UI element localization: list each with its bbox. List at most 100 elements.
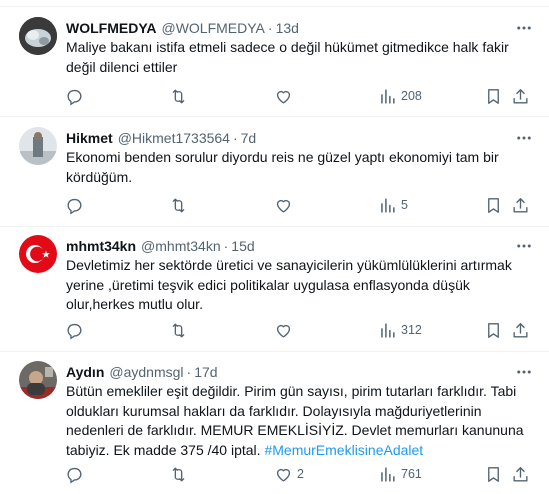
- like-button[interactable]: [274, 84, 297, 108]
- share-icon: [513, 88, 528, 104]
- tweet[interactable]: Aydın @aydnmsgl · 17d Bütün emekliler eş…: [0, 352, 549, 494]
- reply-icon: [67, 467, 82, 484]
- tweet-actions: 208: [56, 84, 539, 108]
- separator-dot: ·: [186, 364, 192, 380]
- tweet-actions: 5: [56, 193, 539, 217]
- views-button[interactable]: 5: [378, 193, 408, 217]
- bookmark-icon: [488, 466, 499, 482]
- share-button[interactable]: [511, 193, 530, 217]
- views-icon: [381, 88, 395, 104]
- reply-button[interactable]: [65, 84, 88, 108]
- tweet-header: WOLFMEDYA @WOLFMEDYA · 13d: [66, 18, 535, 38]
- user-handle[interactable]: @Hikmet1733564: [118, 130, 230, 146]
- bookmark-button[interactable]: [484, 318, 503, 342]
- retweet-button[interactable]: [169, 193, 192, 217]
- avatar[interactable]: [19, 17, 57, 55]
- tweet-text: Ekonomi benden sorulur diyordu reis ne g…: [66, 148, 535, 187]
- timestamp[interactable]: 15d: [231, 238, 254, 254]
- display-name[interactable]: WOLFMEDYA: [66, 20, 156, 36]
- tweet-text-segment: tabiyiz. Ek madde 375 /40 iptal.: [66, 441, 265, 458]
- tweet-text-line: değil dilenci ettiler: [66, 58, 178, 75]
- tweet-text-line: oldukları kurumsal hakları da farklıdır.…: [66, 402, 482, 419]
- display-name[interactable]: Aydın: [66, 364, 104, 380]
- reply-icon: [67, 89, 82, 106]
- tweet-actions: 312: [56, 318, 539, 342]
- separator-dot: ·: [223, 238, 229, 254]
- timestamp[interactable]: 13d: [276, 20, 299, 36]
- views-icon: [381, 197, 395, 213]
- tweet[interactable]: WOLFMEDYA @WOLFMEDYA · 13d Maliye bakanı…: [0, 6, 549, 117]
- reply-button[interactable]: [65, 318, 88, 342]
- like-count: 2: [297, 467, 304, 481]
- like-icon: [276, 324, 291, 338]
- user-handle[interactable]: @aydnmsgl: [109, 364, 183, 380]
- views-icon: [381, 466, 395, 482]
- more-horizontal-icon[interactable]: [513, 18, 535, 38]
- retweet-icon: [172, 88, 185, 104]
- share-button[interactable]: [511, 462, 530, 486]
- like-icon: [276, 90, 291, 104]
- bookmark-button[interactable]: [484, 84, 503, 108]
- separator-dot: ·: [232, 130, 238, 146]
- avatar[interactable]: [19, 127, 57, 165]
- view-count: 761: [401, 467, 422, 481]
- tweet-text-line: nedenleri de farklıdır. MEMUR EMEKLİSİYİ…: [66, 422, 524, 438]
- retweet-icon: [172, 322, 185, 338]
- share-button[interactable]: [511, 84, 530, 108]
- like-button[interactable]: [274, 318, 297, 342]
- reply-icon: [67, 198, 82, 215]
- tweet[interactable]: mhmt34kn @mhmt34kn · 15d Devletimiz her …: [0, 227, 549, 352]
- display-name[interactable]: mhmt34kn: [66, 238, 136, 254]
- views-button[interactable]: 761: [378, 462, 422, 486]
- tweet-text: Devletimiz her sektörde üretici ve sanay…: [66, 256, 535, 315]
- like-button[interactable]: [274, 193, 297, 217]
- bookmark-button[interactable]: [484, 462, 503, 486]
- tweet-text-line: Maliye bakanı istifa etmeli sadece o değ…: [66, 39, 509, 55]
- tweet-text-line: kördüğüm.: [66, 168, 133, 185]
- reply-icon: [67, 323, 82, 340]
- view-count: 208: [401, 89, 422, 103]
- tweet-text-line: tabiyiz. Ek madde 375 /40 iptal. #MemurE…: [66, 441, 535, 461]
- display-name[interactable]: Hikmet: [66, 130, 113, 146]
- bookmark-icon: [488, 197, 499, 213]
- share-icon: [513, 322, 528, 338]
- user-handle[interactable]: @WOLFMEDYA: [161, 20, 264, 36]
- like-icon: [276, 468, 291, 482]
- avatar[interactable]: [19, 235, 57, 273]
- separator-dot: ·: [267, 20, 273, 36]
- timestamp[interactable]: 17d: [194, 364, 217, 380]
- tweet-text: Bütün emekliler eşit değildir. Pirim gün…: [66, 382, 535, 460]
- tweet-text-line: Bütün emekliler eşit değildir. Pirim gün…: [66, 383, 517, 399]
- retweet-button[interactable]: [169, 84, 192, 108]
- bookmark-icon: [488, 88, 499, 104]
- share-icon: [513, 466, 528, 482]
- more-horizontal-icon[interactable]: [513, 128, 535, 148]
- reply-button[interactable]: [65, 462, 88, 486]
- views-button[interactable]: 208: [378, 84, 422, 108]
- bookmark-button[interactable]: [484, 193, 503, 217]
- timestamp[interactable]: 7d: [241, 130, 257, 146]
- tweet-text-line: Ekonomi benden sorulur diyordu reis ne g…: [66, 149, 499, 165]
- view-count: 5: [401, 198, 408, 212]
- views-icon: [381, 322, 395, 338]
- tweet-header: Hikmet @Hikmet1733564 · 7d: [66, 128, 535, 148]
- avatar[interactable]: [19, 361, 57, 399]
- tweet-header: mhmt34kn @mhmt34kn · 15d: [66, 236, 535, 256]
- view-count: 312: [401, 323, 422, 337]
- hashtag-link[interactable]: #MemurEmeklisineAdalet: [264, 442, 423, 458]
- retweet-button[interactable]: [169, 318, 192, 342]
- like-button[interactable]: 2: [274, 462, 304, 486]
- views-button[interactable]: 312: [378, 318, 422, 342]
- more-horizontal-icon[interactable]: [513, 236, 535, 256]
- user-handle[interactable]: @mhmt34kn: [141, 238, 221, 254]
- tweet-actions: 2 761: [56, 462, 539, 486]
- retweet-button[interactable]: [169, 462, 192, 486]
- tweet-text-line: olur,herkes mutlu olur.: [66, 296, 203, 312]
- tweet[interactable]: Hikmet @Hikmet1733564 · 7d Ekonomi bende…: [0, 117, 549, 227]
- reply-button[interactable]: [65, 193, 88, 217]
- tweet-text-line: Devletimiz her sektörde üretici ve sanay…: [66, 257, 512, 273]
- retweet-icon: [172, 197, 185, 213]
- more-horizontal-icon[interactable]: [513, 362, 535, 382]
- retweet-icon: [172, 466, 185, 482]
- share-button[interactable]: [511, 318, 530, 342]
